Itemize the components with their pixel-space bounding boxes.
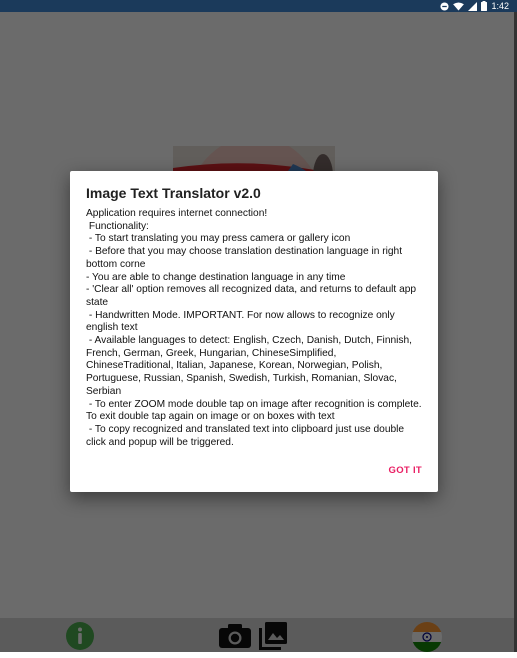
info-dialog: Image Text Translator v2.0 Application r… [70,171,438,492]
signal-icon [468,1,478,11]
minus-circle-icon [440,1,450,11]
dialog-message: Application requires internet connection… [86,208,422,448]
battery-icon [481,1,488,11]
got-it-button[interactable]: GOT IT [389,465,422,476]
status-icons: 1:42 [440,0,509,12]
status-time: 1:42 [491,1,509,11]
wifi-icon [453,1,465,11]
dialog-title: Image Text Translator v2.0 [86,185,261,201]
status-bar: 1:42 [0,0,517,12]
